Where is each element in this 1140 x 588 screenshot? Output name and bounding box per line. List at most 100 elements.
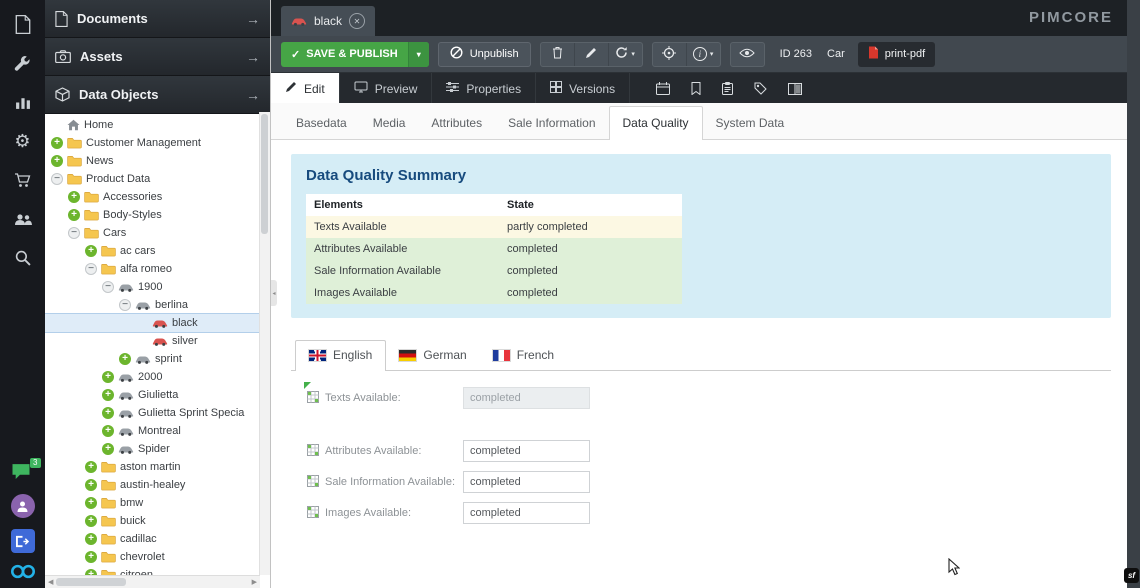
scroll-left-icon[interactable]: ◀	[45, 578, 56, 586]
expand-icon[interactable]: +	[102, 425, 114, 437]
open-tab-black[interactable]: black ✕	[281, 6, 375, 36]
file-icon[interactable]	[11, 12, 35, 36]
scrollbar-thumb[interactable]	[56, 578, 126, 586]
locate-in-tree-button[interactable]	[653, 43, 687, 66]
tree-item-2000[interactable]: +2000	[45, 368, 260, 386]
expand-icon[interactable]: +	[85, 497, 97, 509]
tag-icon[interactable]	[754, 82, 767, 95]
rename-button[interactable]	[575, 43, 609, 66]
reload-caret-icon[interactable]: ▾	[631, 50, 635, 58]
tree-item-product-data[interactable]: −Product Data	[45, 170, 260, 188]
tree-item-ac-cars[interactable]: +ac cars	[45, 242, 260, 260]
open-preview-button[interactable]	[731, 43, 764, 66]
view-tab-preview[interactable]: Preview	[340, 73, 433, 104]
notifications-chat-icon[interactable]: 3	[11, 463, 35, 483]
expand-icon[interactable]: +	[51, 155, 63, 167]
collapse-icon[interactable]: −	[68, 227, 80, 239]
collapse-icon[interactable]: −	[85, 263, 97, 275]
tree-horizontal-scrollbar[interactable]: ◀ ▶	[45, 575, 260, 588]
tree-item-alfa-romeo[interactable]: −alfa romeo	[45, 260, 260, 278]
collapse-icon[interactable]: −	[51, 173, 63, 185]
ecommerce-cart-icon[interactable]	[11, 168, 35, 192]
expand-icon[interactable]: +	[85, 479, 97, 491]
expand-icon[interactable]: +	[102, 407, 114, 419]
reports-chart-icon[interactable]	[11, 90, 35, 114]
reload-button[interactable]: ▾	[609, 43, 642, 66]
expand-icon[interactable]: +	[85, 461, 97, 473]
tree-item-accessories[interactable]: +Accessories	[45, 188, 260, 206]
tree-item-cadillac[interactable]: +cadillac	[45, 530, 260, 548]
expand-icon[interactable]: +	[102, 389, 114, 401]
view-tab-edit[interactable]: Edit	[271, 73, 340, 104]
save-dropdown-caret-icon[interactable]: ▾	[408, 42, 429, 67]
content-tab-basedata[interactable]: Basedata	[283, 107, 360, 139]
info-caret-icon[interactable]: ▾	[710, 50, 714, 58]
expand-icon[interactable]: +	[102, 371, 114, 383]
tree-item-buick[interactable]: +buick	[45, 512, 260, 530]
field-input[interactable]: completed	[463, 387, 590, 409]
field-input[interactable]: completed	[463, 502, 590, 524]
view-tab-properties[interactable]: Properties	[432, 73, 536, 104]
section-data-objects[interactable]: Data Objects→	[45, 76, 270, 114]
field-input[interactable]: completed	[463, 471, 590, 493]
expand-icon[interactable]: +	[85, 533, 97, 545]
tree-item-spider[interactable]: +Spider	[45, 440, 260, 458]
customers-users-icon[interactable]	[11, 207, 35, 231]
content-tab-data-quality[interactable]: Data Quality	[609, 106, 703, 140]
field-input[interactable]: completed	[463, 440, 590, 462]
scroll-right-icon[interactable]: ▶	[249, 578, 260, 586]
collapse-panel-handle[interactable]: ◂	[271, 280, 277, 306]
tree-item-home[interactable]: Home	[45, 116, 260, 134]
tree-item-body-styles[interactable]: +Body-Styles	[45, 206, 260, 224]
scrollbar-thumb[interactable]	[261, 114, 268, 234]
tree-item-bmw[interactable]: +bmw	[45, 494, 260, 512]
language-tab-french[interactable]: French	[480, 341, 567, 370]
content-tab-attributes[interactable]: Attributes	[418, 107, 495, 139]
info-button[interactable]: i▾	[687, 43, 720, 66]
tree-item-silver[interactable]: silver	[45, 332, 260, 350]
tree-item-news[interactable]: +News	[45, 152, 260, 170]
user-profile-icon[interactable]	[11, 494, 35, 518]
tree-item-austin-healey[interactable]: +austin-healey	[45, 476, 260, 494]
bookmark-icon[interactable]	[691, 82, 701, 95]
tree-item-black[interactable]: black	[45, 314, 260, 332]
collapse-icon[interactable]: −	[102, 281, 114, 293]
tree-item-customer-management[interactable]: +Customer Management	[45, 134, 260, 152]
expand-icon[interactable]: +	[85, 245, 97, 257]
layout-columns-icon[interactable]	[788, 83, 802, 95]
content-tab-media[interactable]: Media	[360, 107, 419, 139]
view-tab-versions[interactable]: Versions	[536, 73, 630, 104]
tree-item-aston-martin[interactable]: +aston martin	[45, 458, 260, 476]
expand-icon[interactable]: +	[51, 137, 63, 149]
unpublish-button[interactable]: Unpublish	[438, 42, 531, 67]
language-tab-english[interactable]: English	[295, 340, 386, 371]
section-documents[interactable]: Documents→	[45, 0, 270, 38]
settings-gear-icon[interactable]: ⚙	[11, 129, 35, 153]
delete-button[interactable]	[541, 43, 575, 66]
expand-icon[interactable]: +	[85, 515, 97, 527]
tree-item-cars[interactable]: −Cars	[45, 224, 260, 242]
logout-icon[interactable]	[11, 529, 35, 553]
expand-icon[interactable]: +	[68, 191, 80, 203]
content-tab-sale-information[interactable]: Sale Information	[495, 107, 608, 139]
tools-wrench-icon[interactable]	[11, 51, 35, 75]
expand-icon[interactable]: +	[68, 209, 80, 221]
language-tab-german[interactable]: German	[386, 341, 479, 370]
tree-item-1900[interactable]: −1900	[45, 278, 260, 296]
content-tab-system-data[interactable]: System Data	[703, 107, 798, 139]
notes-clipboard-icon[interactable]	[722, 82, 733, 95]
expand-icon[interactable]: +	[85, 551, 97, 563]
close-tab-icon[interactable]: ✕	[349, 13, 365, 29]
tree-item-gulietta-sprint-specia[interactable]: +Gulietta Sprint Specia	[45, 404, 260, 422]
tree-item-giulietta[interactable]: +Giulietta	[45, 386, 260, 404]
save-publish-button[interactable]: ✓SAVE & PUBLISH ▾	[281, 42, 429, 67]
symfony-debug-badge[interactable]: sf	[1124, 568, 1139, 583]
schedule-calendar-icon[interactable]	[656, 82, 670, 95]
collapse-icon[interactable]: −	[119, 299, 131, 311]
tree-item-sprint[interactable]: +sprint	[45, 350, 260, 368]
search-icon[interactable]	[11, 246, 35, 270]
print-pdf-button[interactable]: print-pdf	[858, 42, 935, 67]
tree-item-montreal[interactable]: +Montreal	[45, 422, 260, 440]
tree-item-chevrolet[interactable]: +chevrolet	[45, 548, 260, 566]
section-assets[interactable]: Assets→	[45, 38, 270, 76]
